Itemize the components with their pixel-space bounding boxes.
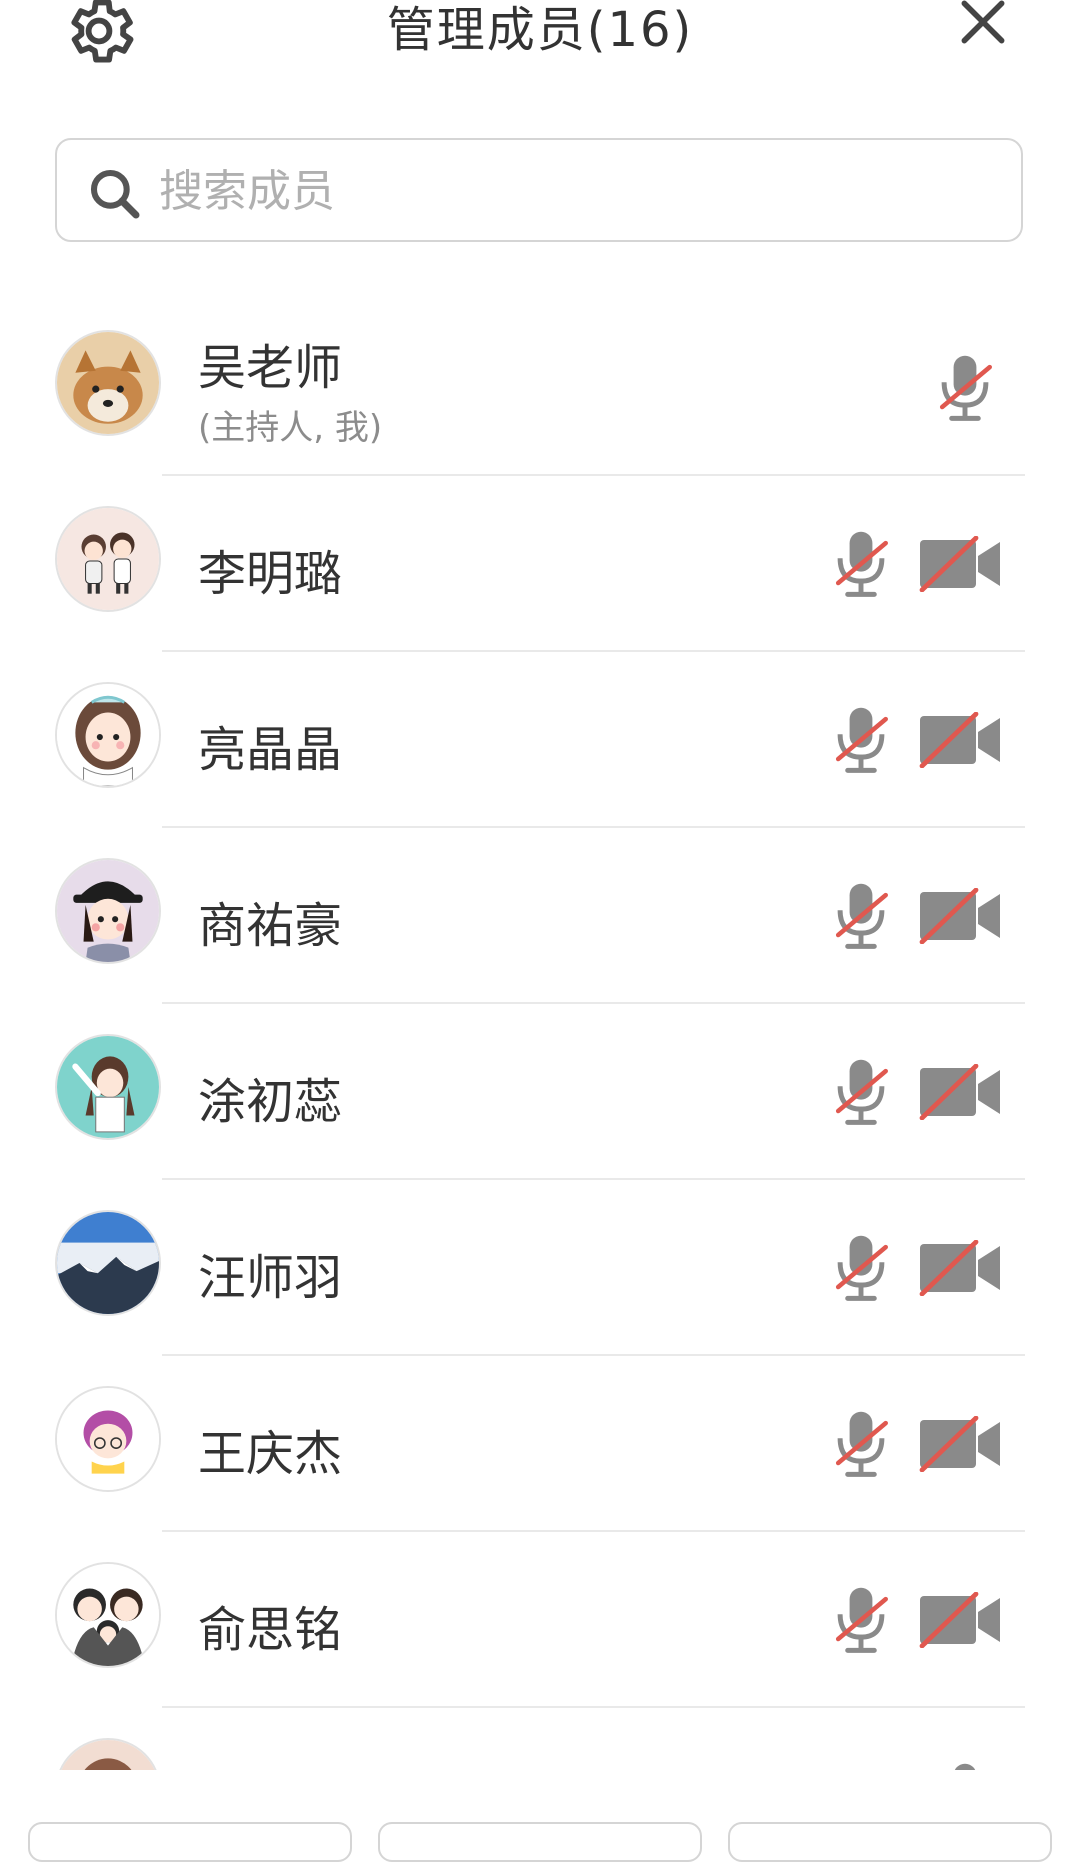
camera-off-icon[interactable]	[918, 536, 1002, 592]
bottom-action-bar	[0, 1822, 1080, 1862]
avatar	[55, 1738, 161, 1770]
member-row[interactable]: 李明璐	[0, 476, 1080, 652]
avatar	[55, 330, 161, 436]
member-name: 李明璐	[198, 546, 343, 602]
member-row[interactable]: 商祐豪	[0, 828, 1080, 1004]
member-name: 王庆杰	[198, 1426, 343, 1482]
camera-off-icon[interactable]	[918, 712, 1002, 768]
avatar	[55, 1210, 161, 1316]
member-row[interactable]: 王庆杰	[0, 1356, 1080, 1532]
member-name: 吴老师	[198, 340, 343, 396]
search-box[interactable]	[55, 138, 1023, 242]
avatar	[55, 1034, 161, 1140]
member-role: (主持人, 我)	[198, 408, 383, 448]
avatar	[55, 682, 161, 788]
member-row[interactable]: 亮晶晶	[0, 652, 1080, 828]
camera-off-icon[interactable]	[918, 1416, 1002, 1472]
mic-muted-icon[interactable]	[826, 1406, 896, 1482]
camera-off-icon[interactable]	[918, 1592, 1002, 1648]
search-icon	[90, 169, 140, 219]
member-name: 商祐豪	[198, 898, 343, 954]
avatar	[55, 1562, 161, 1668]
camera-off-icon[interactable]	[918, 888, 1002, 944]
bottom-button[interactable]	[728, 1822, 1052, 1862]
member-row[interactable]: 俞思铭	[0, 1532, 1080, 1708]
header-bar: 管理成员(16)	[0, 0, 1080, 100]
member-row[interactable]: 涂初蕊	[0, 1004, 1080, 1180]
mic-muted-icon[interactable]	[826, 1582, 896, 1658]
avatar	[55, 858, 161, 964]
mic-muted-icon[interactable]	[826, 878, 896, 954]
bottom-button[interactable]	[378, 1822, 702, 1862]
member-row[interactable]: 汪师羽	[0, 1180, 1080, 1356]
camera-off-icon[interactable]	[918, 1240, 1002, 1296]
mic-muted-icon[interactable]	[930, 350, 1000, 426]
avatar	[55, 1386, 161, 1492]
page-title: 管理成员(16)	[386, 2, 694, 58]
member-row[interactable]: 吴老师 (主持人, 我)	[0, 300, 1080, 476]
avatar	[55, 506, 161, 612]
search-input[interactable]	[157, 154, 981, 228]
bottom-button[interactable]	[28, 1822, 352, 1862]
member-row[interactable]	[0, 1708, 1080, 1770]
camera-off-icon[interactable]	[918, 1064, 1002, 1120]
member-name: 亮晶晶	[198, 722, 343, 778]
mic-muted-icon[interactable]	[826, 1230, 896, 1306]
mic-muted-icon[interactable]	[826, 526, 896, 602]
mic-muted-icon[interactable]	[826, 1054, 896, 1130]
member-list[interactable]: 吴老师 (主持人, 我) 李明璐 亮晶晶 商祐豪 涂初蕊 汪师羽 王庆杰 俞思铭	[0, 300, 1080, 1770]
close-icon[interactable]	[955, 0, 1011, 50]
member-name: 涂初蕊	[198, 1074, 343, 1130]
mic-muted-icon[interactable]	[930, 1758, 1000, 1770]
member-name: 汪师羽	[198, 1250, 343, 1306]
mic-muted-icon[interactable]	[826, 702, 896, 778]
member-name: 俞思铭	[198, 1602, 343, 1658]
